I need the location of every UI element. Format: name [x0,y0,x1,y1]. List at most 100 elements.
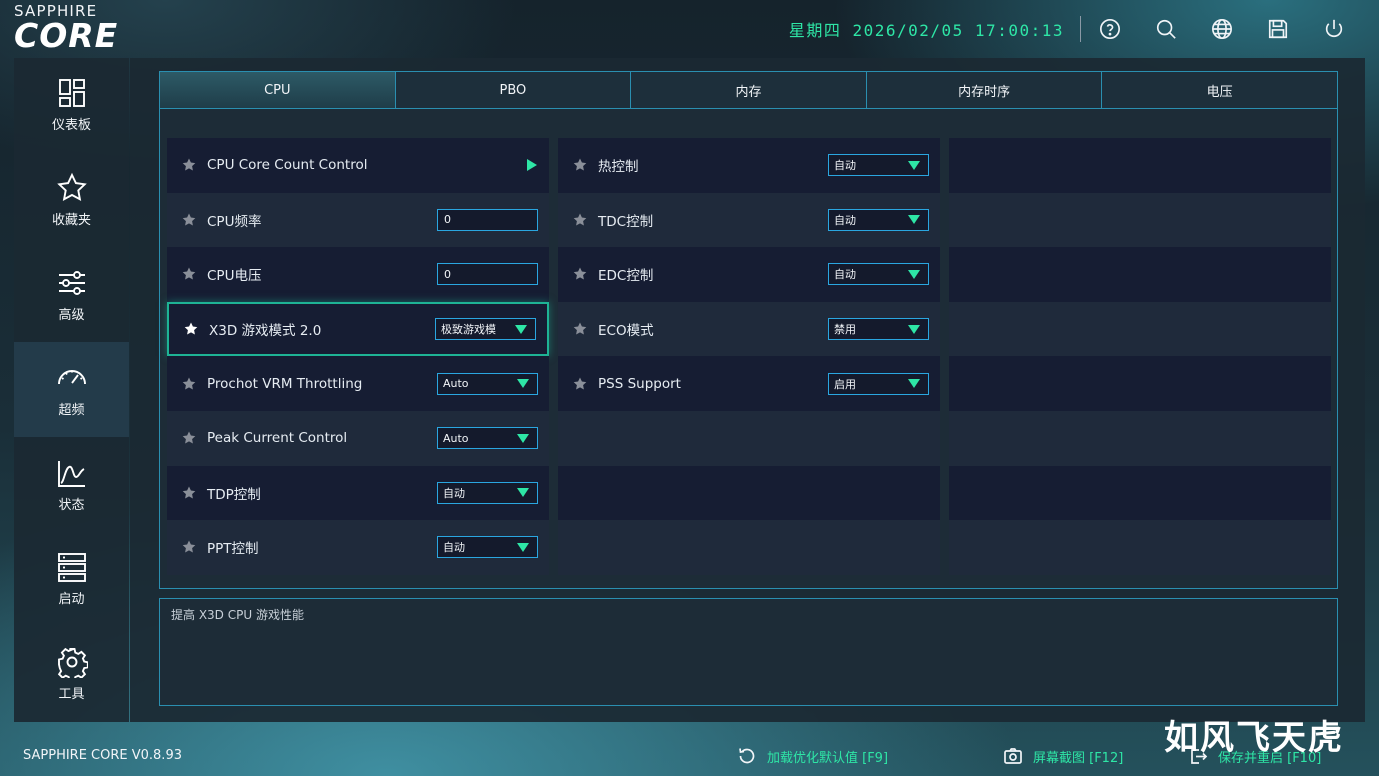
empty-row [558,520,940,575]
dashboard-icon [58,79,85,108]
setting-row-thermal[interactable]: 热控制 自动 [558,138,940,193]
favorite-star-icon[interactable] [182,213,196,227]
tdp-select[interactable]: 自动 [437,481,538,504]
sidebar-item-dashboard[interactable]: 仪表板 [14,58,129,153]
sidebar-item-label: 工具 [58,687,85,703]
setting-row-eco-mode[interactable]: ECO模式 禁用 [558,301,940,357]
setting-row-tdc[interactable]: TDC控制 自动 [558,192,940,248]
setting-row-x3d-game-mode[interactable]: X3D 游戏模式 2.0 极致游戏模 [167,301,549,357]
ppt-select[interactable]: 自动 [437,536,538,559]
setting-row-ppt[interactable]: PPT控制 自动 [167,520,549,575]
favorite-star-icon[interactable] [182,377,196,391]
sidebar-item-status[interactable]: 状态 [14,437,129,532]
setting-row-tdp[interactable]: TDP控制 自动 [167,465,549,521]
tab-cpu[interactable]: CPU [160,72,396,108]
main-panel: CPU PBO 内存 内存时序 电压 CPU Core Count Contro… [130,58,1365,722]
setting-row-prochot-vrm[interactable]: Prochot VRM Throttling Auto [167,356,549,411]
select-value: 自动 [443,541,465,555]
select-value: 禁用 [834,323,856,337]
sidebar-item-favorites[interactable]: 收藏夹 [14,153,129,248]
datetime-display: 星期四 2026/02/05 17:00:13 [788,21,1064,40]
sidebar-item-label: 超频 [58,402,85,418]
save-icon[interactable] [1267,18,1289,40]
tdc-select[interactable]: 自动 [828,208,929,231]
tab-bar: CPU PBO 内存 内存时序 电压 [159,71,1338,109]
settings-column-3 [949,138,1331,575]
setting-label: Prochot VRM Throttling [207,375,363,392]
thermal-select[interactable]: 自动 [828,154,929,177]
favorite-star-icon[interactable] [184,322,198,336]
setting-row-edc[interactable]: EDC控制 自动 [558,247,940,302]
peak-current-select[interactable]: Auto [437,427,538,450]
setting-label: X3D 游戏模式 2.0 [209,323,322,340]
load-defaults-button[interactable]: 加载优化默认值 [F9] [737,746,888,766]
select-value: 启用 [834,377,856,391]
empty-row [949,192,1331,248]
setting-row-cpu-voltage[interactable]: CPU电压 0 [167,247,549,302]
help-icon[interactable] [1099,18,1121,40]
sidebar-item-advanced[interactable]: 高级 [14,248,129,343]
setting-label: PPT控制 [207,541,259,558]
sidebar-item-label: 状态 [58,497,85,513]
search-icon[interactable] [1155,18,1177,40]
setting-label: CPU Core Count Control [207,157,368,174]
select-value: 极致游戏模 [441,323,496,337]
favorite-star-icon[interactable] [182,267,196,281]
favorite-star-icon[interactable] [573,267,587,281]
dropdown-caret-icon [515,324,527,334]
tab-pbo[interactable]: PBO [395,72,632,108]
favorite-star-icon[interactable] [182,158,196,172]
setting-row-cpu-frequency[interactable]: CPU频率 0 [167,192,549,248]
empty-row [949,247,1331,302]
eco-mode-select[interactable]: 禁用 [828,318,929,341]
setting-row-peak-current[interactable]: Peak Current Control Auto [167,410,549,466]
logo-brand-main: CORE [14,16,119,55]
favorite-star-icon[interactable] [182,431,196,445]
dropdown-caret-icon [517,542,529,552]
setting-label: ECO模式 [598,323,654,340]
dropdown-caret-icon [908,324,920,334]
globe-icon[interactable] [1211,18,1233,40]
cpu-voltage-input[interactable]: 0 [437,263,538,286]
tab-voltage[interactable]: 电压 [1102,72,1337,108]
sidebar-item-label: 收藏夹 [51,213,91,229]
sidebar-item-boot[interactable]: 启动 [14,532,129,627]
screenshot-label: 屏幕截图 [F12] [1033,750,1124,766]
setting-row-cpu-core-count[interactable]: CPU Core Count Control [167,138,549,193]
settings-column-1: CPU Core Count Control CPU频率 0 CPU电压 0 X… [167,138,549,575]
empty-row [949,356,1331,411]
screenshot-button[interactable]: 屏幕截图 [F12] [1003,746,1123,766]
sidebar-nav: 仪表板 收藏夹 高级 超频 状态 启动 工具 [14,58,129,722]
header-divider [1080,16,1081,42]
pss-support-select[interactable]: 启用 [828,372,929,395]
favorite-star-icon[interactable] [573,377,587,391]
power-icon[interactable] [1323,18,1345,40]
tab-memory-timing[interactable]: 内存时序 [866,72,1103,108]
sidebar-item-overclock[interactable]: 超频 [14,342,129,438]
submenu-arrow-icon[interactable] [527,159,537,172]
favorite-star-icon[interactable] [573,213,587,227]
select-value: 自动 [834,213,856,227]
setting-row-pss-support[interactable]: PSS Support 启用 [558,356,940,411]
empty-row [558,465,940,521]
setting-label: Peak Current Control [207,430,348,447]
favorite-star-icon[interactable] [573,158,587,172]
dropdown-caret-icon [908,215,920,225]
boot-icon [57,553,86,583]
edc-select[interactable]: 自动 [828,263,929,286]
favorite-star-icon[interactable] [182,486,196,500]
star-icon [56,172,87,202]
input-value: 0 [444,267,451,281]
x3d-game-mode-select[interactable]: 极致游戏模 [435,318,536,341]
empty-row [949,138,1331,193]
load-defaults-label: 加载优化默认值 [F9] [767,750,889,766]
select-value: Auto [443,377,469,391]
watermark-text: 如风飞天虎 [1164,718,1344,758]
select-value: 自动 [834,268,856,282]
sidebar-item-tools[interactable]: 工具 [14,627,129,722]
favorite-star-icon[interactable] [573,322,587,336]
tab-memory[interactable]: 内存 [631,72,867,108]
favorite-star-icon[interactable] [182,540,196,554]
cpu-frequency-input[interactable]: 0 [437,208,538,231]
prochot-vrm-select[interactable]: Auto [437,372,538,395]
